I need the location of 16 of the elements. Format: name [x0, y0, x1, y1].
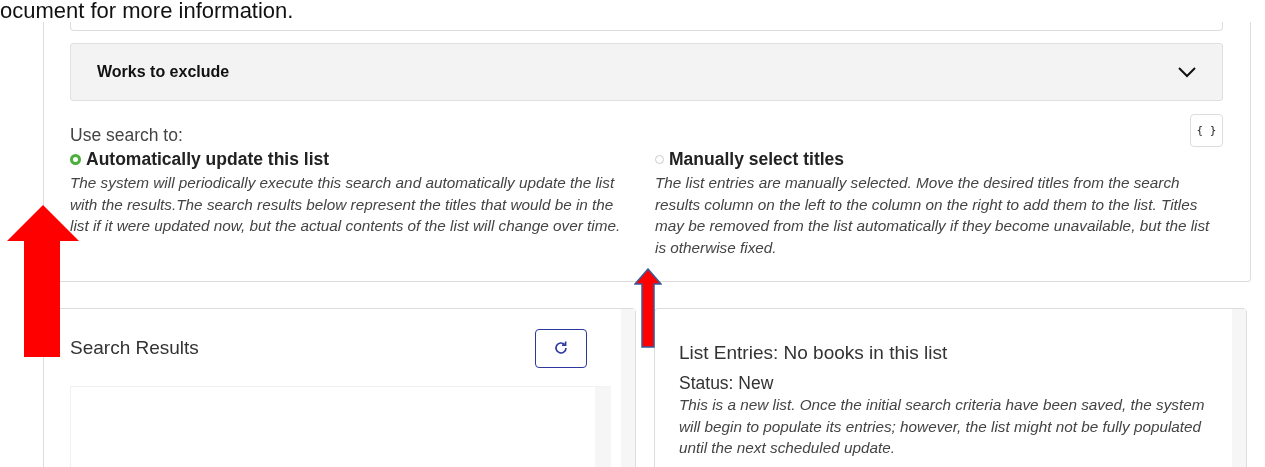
status-text: Status: New	[679, 372, 775, 394]
option-description: The list entries are manually selected. Move the desired titles from the search results column on the left to the column on the right to add them to the list. Titles may be removed from the list automatically if they become unavailable, but the list is otherwise fixed.	[655, 173, 1211, 259]
field-label: Use search to:	[70, 125, 183, 146]
accordion-header[interactable]: Works to exclude	[70, 43, 1223, 101]
radio-option[interactable]: Manually select titles	[655, 149, 1225, 170]
option-description: The system will periodically execute this search and automatically update the list with the results.The search results below represent the titles that would be in the list if it were updated now, but the actual contents of the list will change over time.	[70, 173, 622, 237]
status-description: This is a new list. Once the initial search criteria have been saved, the system will begin to populate its entries; however, the list might not be fully populated until the next scheduled update.	[679, 394, 1206, 459]
accordion-title: Works to exclude	[97, 63, 230, 81]
card-title: List Entries: No books in this list	[679, 341, 949, 364]
refresh-button[interactable]	[535, 328, 587, 368]
json-button[interactable]: { }	[1190, 114, 1223, 147]
heading-text: ocument for more information.	[0, 0, 294, 22]
card-title: Search Results	[70, 337, 199, 360]
radio-option[interactable]: Automatically update this list	[70, 149, 655, 170]
refresh-icon	[553, 340, 569, 357]
radio-button[interactable]	[70, 154, 81, 165]
